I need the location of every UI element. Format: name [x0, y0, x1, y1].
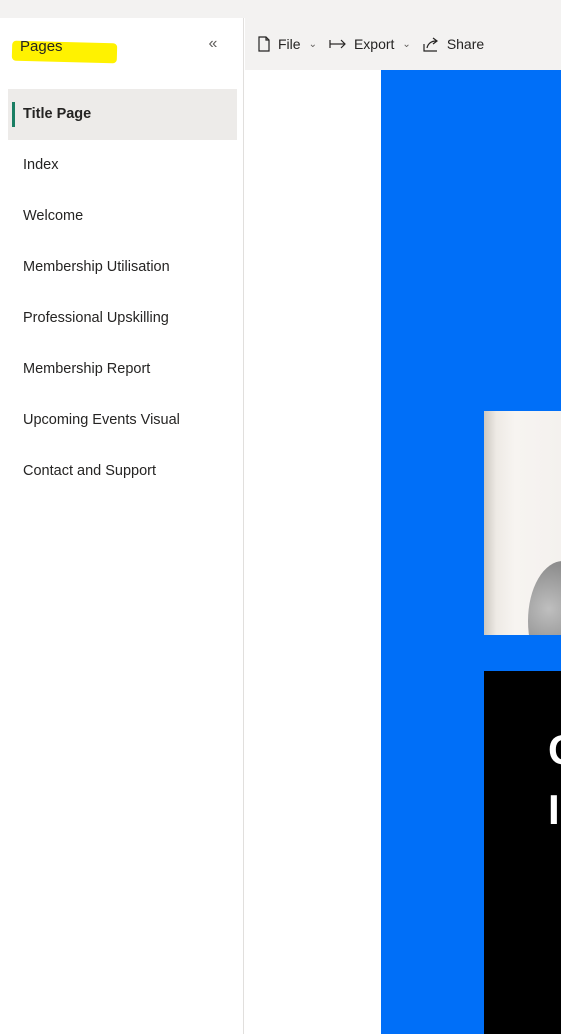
active-page-indicator: [12, 102, 15, 127]
share-label: Share: [446, 36, 485, 52]
collapse-pane-button[interactable]: «: [203, 34, 223, 54]
page-item-upcoming-events-visual[interactable]: Upcoming Events Visual: [8, 395, 237, 446]
page-item-label: Contact and Support: [23, 463, 157, 479]
page-item-membership-utilisation[interactable]: Membership Utilisation: [8, 242, 237, 293]
page-item-label: Title Page: [23, 106, 92, 122]
file-menu-label: File: [278, 36, 301, 52]
file-icon: [257, 36, 271, 52]
file-menu-button[interactable]: File ⌄: [257, 36, 317, 52]
page-item-membership-report[interactable]: Membership Report: [8, 344, 237, 395]
page-item-label: Membership Utilisation: [23, 259, 170, 275]
photo-subject: [528, 561, 561, 635]
pages-pane: Pages « Title Page Index Welcome Members…: [0, 18, 244, 1034]
share-icon: [423, 37, 440, 52]
page-item-professional-upskilling[interactable]: Professional Upskilling: [8, 293, 237, 344]
page-item-label: Professional Upskilling: [23, 310, 169, 326]
report-heading-line-1: C: [548, 727, 561, 773]
page-item-label: Welcome: [23, 208, 84, 224]
share-button[interactable]: Share: [423, 36, 484, 52]
page-item-label: Index: [23, 157, 59, 173]
page-item-index[interactable]: Index: [8, 140, 237, 191]
page-item-contact-and-support[interactable]: Contact and Support: [8, 446, 237, 497]
export-menu-button[interactable]: Export ⌄: [329, 36, 411, 52]
report-photo: [484, 411, 561, 635]
report-heading-panel: C I: [484, 671, 561, 1034]
pages-pane-title: Pages: [20, 38, 63, 55]
report-canvas: C I: [245, 70, 561, 1034]
page-item-label: Membership Report: [23, 361, 151, 377]
page-item-welcome[interactable]: Welcome: [8, 191, 237, 242]
page-list: Title Page Index Welcome Membership Util…: [8, 89, 237, 497]
page-item-title-page[interactable]: Title Page: [8, 89, 237, 140]
chevron-down-icon: ⌄: [308, 38, 317, 50]
double-chevron-left-icon: «: [208, 35, 218, 52]
report-title-page: C I: [381, 70, 561, 1034]
chevron-down-icon: ⌄: [402, 38, 411, 50]
page-item-label: Upcoming Events Visual: [23, 412, 180, 428]
export-menu-label: Export: [353, 36, 395, 52]
report-toolbar: File ⌄ Export ⌄ Share: [245, 18, 561, 70]
top-strip: [0, 0, 561, 18]
report-heading-line-2: I: [548, 786, 560, 833]
export-arrow-icon: [329, 38, 347, 50]
